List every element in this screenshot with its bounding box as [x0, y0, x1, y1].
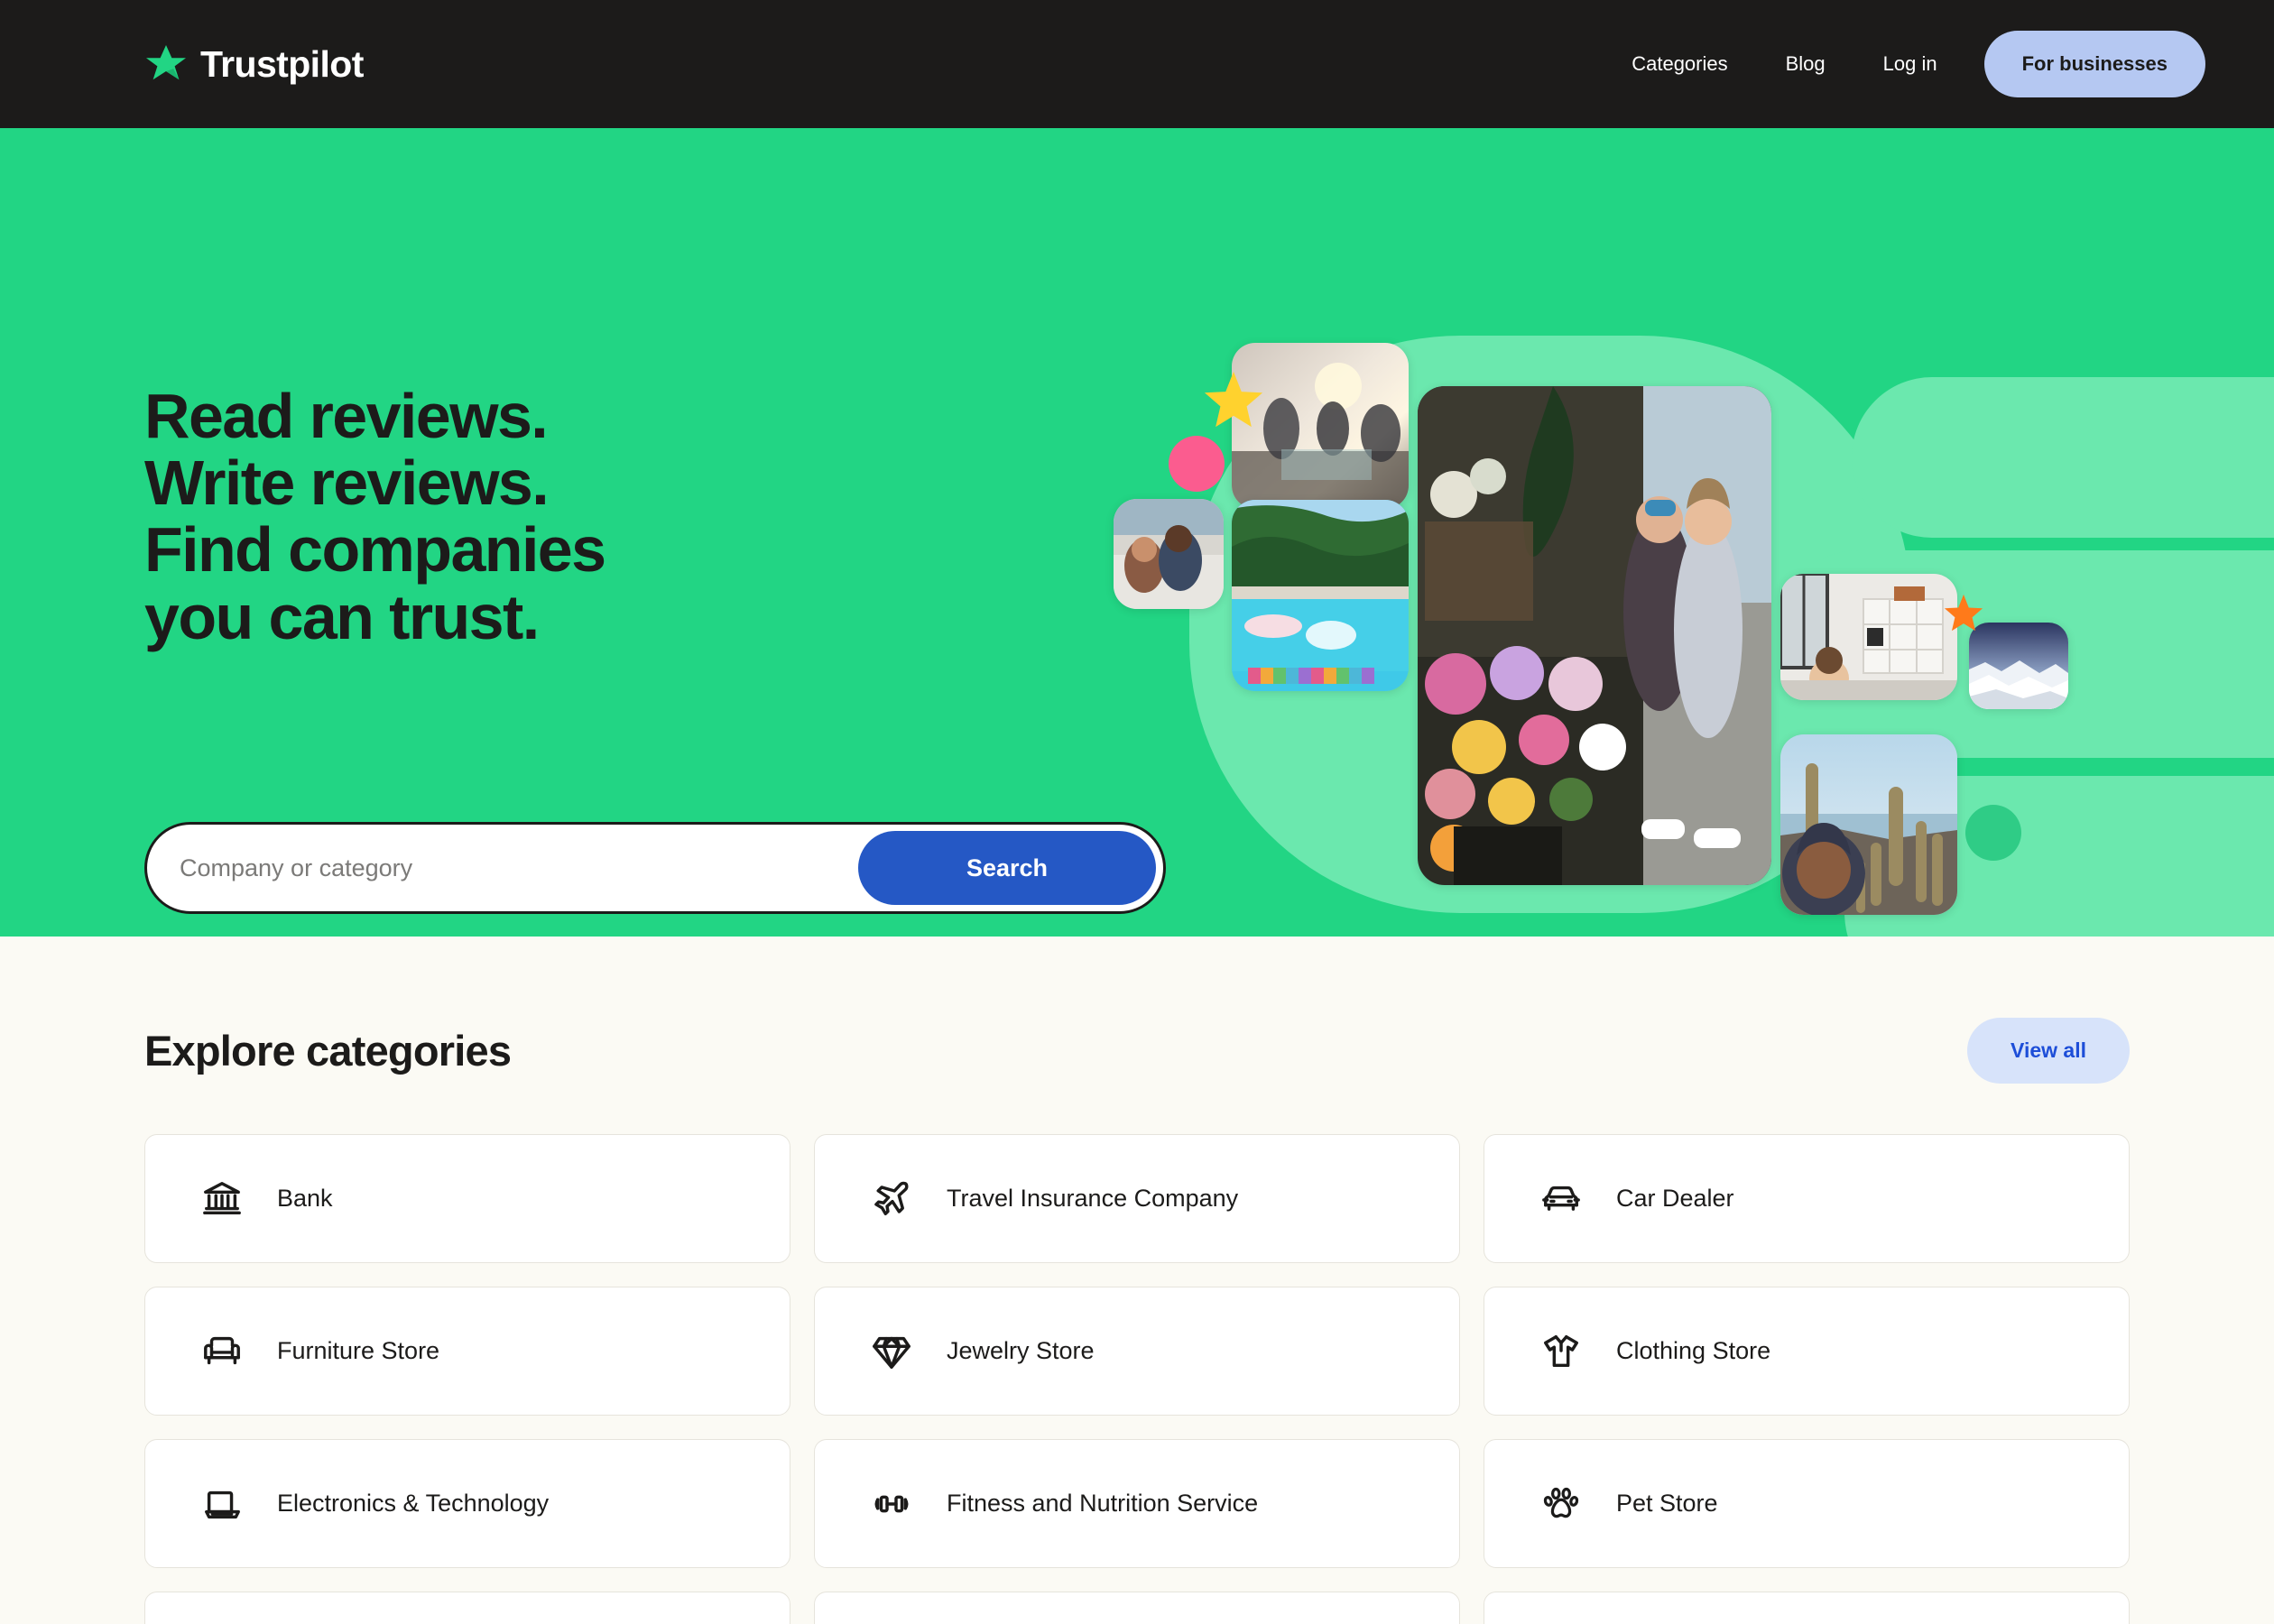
- category-label: Pet Store: [1616, 1490, 1718, 1517]
- nav-item-categories[interactable]: Categories: [1603, 52, 1756, 76]
- hero-search-bar: Search: [144, 822, 1166, 914]
- paw-icon: [1540, 1483, 1582, 1525]
- diamond-icon: [871, 1331, 912, 1372]
- category-card-fitness-nutrition-service[interactable]: Fitness and Nutrition Service: [814, 1439, 1460, 1568]
- headline-line-3: Find companies: [144, 514, 606, 586]
- view-all-button[interactable]: View all: [1967, 1018, 2130, 1084]
- car-icon: [1540, 1178, 1582, 1220]
- hero-copy: Read reviews. Write reviews. Find compan…: [144, 381, 606, 652]
- armchair-icon: [201, 1331, 243, 1372]
- categories-grid: Bank Travel Insurance Company Car Dealer…: [144, 1134, 2130, 1624]
- category-label: Jewelry Store: [947, 1337, 1095, 1364]
- category-card-pet-store[interactable]: Pet Store: [1484, 1439, 2130, 1568]
- category-card-travel-insurance-company[interactable]: Travel Insurance Company: [814, 1134, 1460, 1263]
- category-label: Car Dealer: [1616, 1185, 1734, 1212]
- categories-header: Explore categories View all: [144, 937, 2130, 1134]
- bank-icon: [201, 1178, 243, 1220]
- category-card-car-dealer[interactable]: Car Dealer: [1484, 1134, 2130, 1263]
- for-businesses-button[interactable]: For businesses: [1983, 31, 2205, 97]
- categories-title: Explore categories: [144, 1027, 512, 1075]
- hero-section: Read reviews. Write reviews. Find compan…: [0, 128, 2274, 937]
- search-button[interactable]: Search: [858, 831, 1156, 905]
- primary-nav: Categories Blog Log in For businesses: [1603, 31, 2205, 97]
- star-icon: [144, 42, 188, 86]
- category-card-furniture-store[interactable]: Furniture Store: [144, 1287, 790, 1416]
- logo-wordmark: Trustpilot: [200, 42, 364, 85]
- category-card-electronics-technology[interactable]: Electronics & Technology: [144, 1439, 790, 1568]
- shirt-icon: [1540, 1331, 1582, 1372]
- search-input[interactable]: [147, 825, 858, 911]
- category-card-partial-3[interactable]: [1484, 1592, 2130, 1624]
- category-label: Electronics & Technology: [277, 1490, 550, 1517]
- category-label: Clothing Store: [1616, 1337, 1771, 1364]
- category-card-bank[interactable]: Bank: [144, 1134, 790, 1263]
- page-title: Read reviews. Write reviews. Find compan…: [144, 381, 606, 652]
- headline-line-1: Read reviews.: [144, 381, 549, 451]
- explore-categories-section: Explore categories View all Bank Travel …: [0, 937, 2274, 1624]
- headline-line-2: Write reviews.: [144, 448, 550, 519]
- category-card-partial-2[interactable]: [814, 1592, 1460, 1624]
- decorative-orange-star-icon: [1944, 594, 1983, 632]
- headline-line-4: you can trust.: [144, 581, 540, 652]
- site-header: Trustpilot Categories Blog Log in For bu…: [0, 0, 2274, 128]
- trustpilot-logo[interactable]: Trustpilot: [144, 42, 364, 86]
- category-label: Fitness and Nutrition Service: [947, 1490, 1259, 1517]
- category-card-partial-1[interactable]: [144, 1592, 790, 1624]
- laptop-icon: [201, 1483, 243, 1525]
- dumbbell-icon: [871, 1483, 912, 1525]
- category-label: Bank: [277, 1185, 333, 1212]
- nav-item-blog[interactable]: Blog: [1757, 52, 1854, 76]
- nav-item-login[interactable]: Log in: [1854, 52, 1966, 76]
- category-label: Furniture Store: [277, 1337, 440, 1364]
- category-label: Travel Insurance Company: [947, 1185, 1239, 1212]
- category-card-jewelry-store[interactable]: Jewelry Store: [814, 1287, 1460, 1416]
- category-card-clothing-store[interactable]: Clothing Store: [1484, 1287, 2130, 1416]
- airplane-icon: [871, 1178, 912, 1220]
